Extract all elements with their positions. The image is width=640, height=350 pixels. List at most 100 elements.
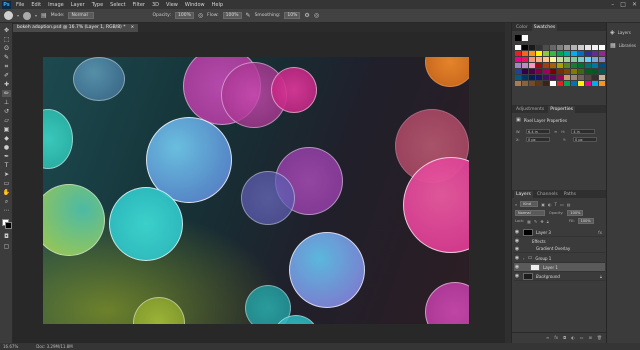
libraries-panel-button[interactable]: ▦ Libraries: [610, 42, 636, 49]
blend-mode-select[interactable]: Normal: [515, 210, 545, 216]
color-swatch[interactable]: [515, 45, 521, 50]
color-swatch[interactable]: [571, 45, 577, 50]
fx-icon[interactable]: fx: [598, 230, 602, 235]
layer-row-selected[interactable]: ◉ Layer 1: [514, 263, 605, 272]
color-swatch[interactable]: [564, 63, 570, 68]
menu-image[interactable]: Image: [48, 2, 64, 8]
color-swatch[interactable]: [550, 69, 556, 74]
color-swatch[interactable]: [571, 75, 577, 80]
menu-3d[interactable]: 3D: [152, 2, 159, 8]
color-swatch[interactable]: [522, 75, 528, 80]
background-color-swatch[interactable]: [5, 222, 12, 229]
chevron-down-icon[interactable]: ▾: [35, 13, 37, 18]
color-swatch[interactable]: [515, 57, 521, 62]
color-swatch[interactable]: [529, 81, 535, 86]
color-swatch[interactable]: [529, 75, 535, 80]
color-swatch[interactable]: [557, 51, 563, 56]
color-swatch[interactable]: [578, 69, 584, 74]
color-swatch[interactable]: [536, 69, 542, 74]
tab-channels[interactable]: Channels: [535, 191, 560, 198]
quick-mask-icon[interactable]: ◘: [2, 233, 11, 240]
color-swatch[interactable]: [522, 51, 528, 56]
fill-field[interactable]: 100%: [577, 218, 594, 224]
clone-stamp-tool-icon[interactable]: ⊥: [2, 99, 11, 106]
group-row[interactable]: ◉ › ▭ Group 1: [514, 254, 605, 263]
minimize-icon[interactable]: –: [611, 1, 614, 8]
color-swatch[interactable]: [571, 81, 577, 86]
lock-pixels-icon[interactable]: ✎: [534, 219, 537, 224]
color-swatch[interactable]: [536, 63, 542, 68]
eye-icon[interactable]: ◉: [514, 255, 520, 261]
new-layer-icon[interactable]: ⊞: [589, 335, 592, 340]
color-swatch[interactable]: [599, 57, 605, 62]
color-swatch[interactable]: [550, 81, 556, 86]
layer-row[interactable]: ◉ Background 🔒︎: [514, 272, 605, 281]
type-tool-icon[interactable]: T: [2, 162, 11, 169]
blur-tool-icon[interactable]: ◆: [2, 135, 11, 142]
color-swatch[interactable]: [571, 51, 577, 56]
color-swatch[interactable]: [585, 81, 591, 86]
eraser-tool-icon[interactable]: ▱: [2, 117, 11, 124]
lock-position-icon[interactable]: ✥: [540, 219, 543, 224]
flow-field[interactable]: 100%: [222, 12, 242, 19]
color-swatch[interactable]: [578, 57, 584, 62]
tab-paths[interactable]: Paths: [562, 191, 578, 198]
color-swatch[interactable]: [599, 69, 605, 74]
tab-swatches[interactable]: Swatches: [531, 24, 558, 31]
color-swatch[interactable]: [571, 57, 577, 62]
opacity-field[interactable]: 100%: [174, 12, 194, 19]
color-swatch[interactable]: [529, 57, 535, 62]
layer-row[interactable]: ◉ Layer 3 fx: [514, 228, 605, 237]
path-select-tool-icon[interactable]: ➤: [2, 171, 11, 178]
mode-select[interactable]: Normal: [68, 12, 95, 19]
healing-brush-tool-icon[interactable]: ✚: [2, 81, 11, 88]
color-swatch[interactable]: [557, 81, 563, 86]
y-field[interactable]: 0 px: [573, 137, 597, 142]
history-brush-tool-icon[interactable]: ↺: [2, 108, 11, 115]
effect-row[interactable]: ◉ Gradient Overlay: [514, 245, 605, 253]
color-swatch[interactable]: [557, 63, 563, 68]
color-swatch[interactable]: [592, 57, 598, 62]
tab-layers[interactable]: Layers: [514, 191, 533, 198]
color-swatch[interactable]: [585, 75, 591, 80]
menu-layer[interactable]: Layer: [71, 2, 85, 8]
eye-icon[interactable]: ◉: [514, 246, 520, 252]
menu-window[interactable]: Window: [185, 2, 205, 8]
close-tab-icon[interactable]: ×: [131, 25, 135, 31]
brush-settings-icon[interactable]: ▤: [41, 12, 47, 19]
color-swatch[interactable]: [599, 45, 605, 50]
chevron-down-icon[interactable]: ▾: [17, 13, 19, 18]
color-swatch[interactable]: [578, 63, 584, 68]
color-swatch[interactable]: [557, 69, 563, 74]
color-swatch[interactable]: [515, 63, 521, 68]
color-swatch[interactable]: [578, 75, 584, 80]
color-swatch[interactable]: [522, 57, 528, 62]
color-swatch[interactable]: [522, 45, 528, 50]
lasso-tool-icon[interactable]: ʘ: [2, 45, 11, 52]
brush-tool-icon[interactable]: ✏: [2, 90, 11, 97]
eye-icon[interactable]: ◉: [514, 229, 520, 235]
hand-tool-icon[interactable]: ✋: [2, 189, 11, 196]
menu-file[interactable]: File: [16, 2, 24, 8]
color-swatch[interactable]: [557, 45, 563, 50]
color-swatch[interactable]: [543, 75, 549, 80]
color-swatch[interactable]: [536, 75, 542, 80]
color-swatch[interactable]: [550, 51, 556, 56]
color-swatch[interactable]: [564, 45, 570, 50]
color-swatch[interactable]: [515, 51, 521, 56]
color-swatch[interactable]: [550, 57, 556, 62]
marquee-tool-icon[interactable]: ⬚: [2, 36, 11, 43]
color-swatch[interactable]: [585, 69, 591, 74]
filter-type-icon[interactable]: T: [555, 202, 557, 207]
menu-type[interactable]: Type: [92, 2, 103, 8]
color-swatch[interactable]: [599, 51, 605, 56]
color-swatch[interactable]: [550, 45, 556, 50]
color-swatch[interactable]: [543, 45, 549, 50]
brush-tool-icon[interactable]: [4, 11, 13, 20]
color-swatch[interactable]: [550, 63, 556, 68]
width-field[interactable]: 6.4 in: [526, 129, 550, 134]
new-group-icon[interactable]: ▭: [580, 335, 584, 340]
eye-icon[interactable]: ◉: [514, 238, 520, 244]
maximize-icon[interactable]: □: [620, 1, 626, 8]
color-swatch[interactable]: [564, 51, 570, 56]
